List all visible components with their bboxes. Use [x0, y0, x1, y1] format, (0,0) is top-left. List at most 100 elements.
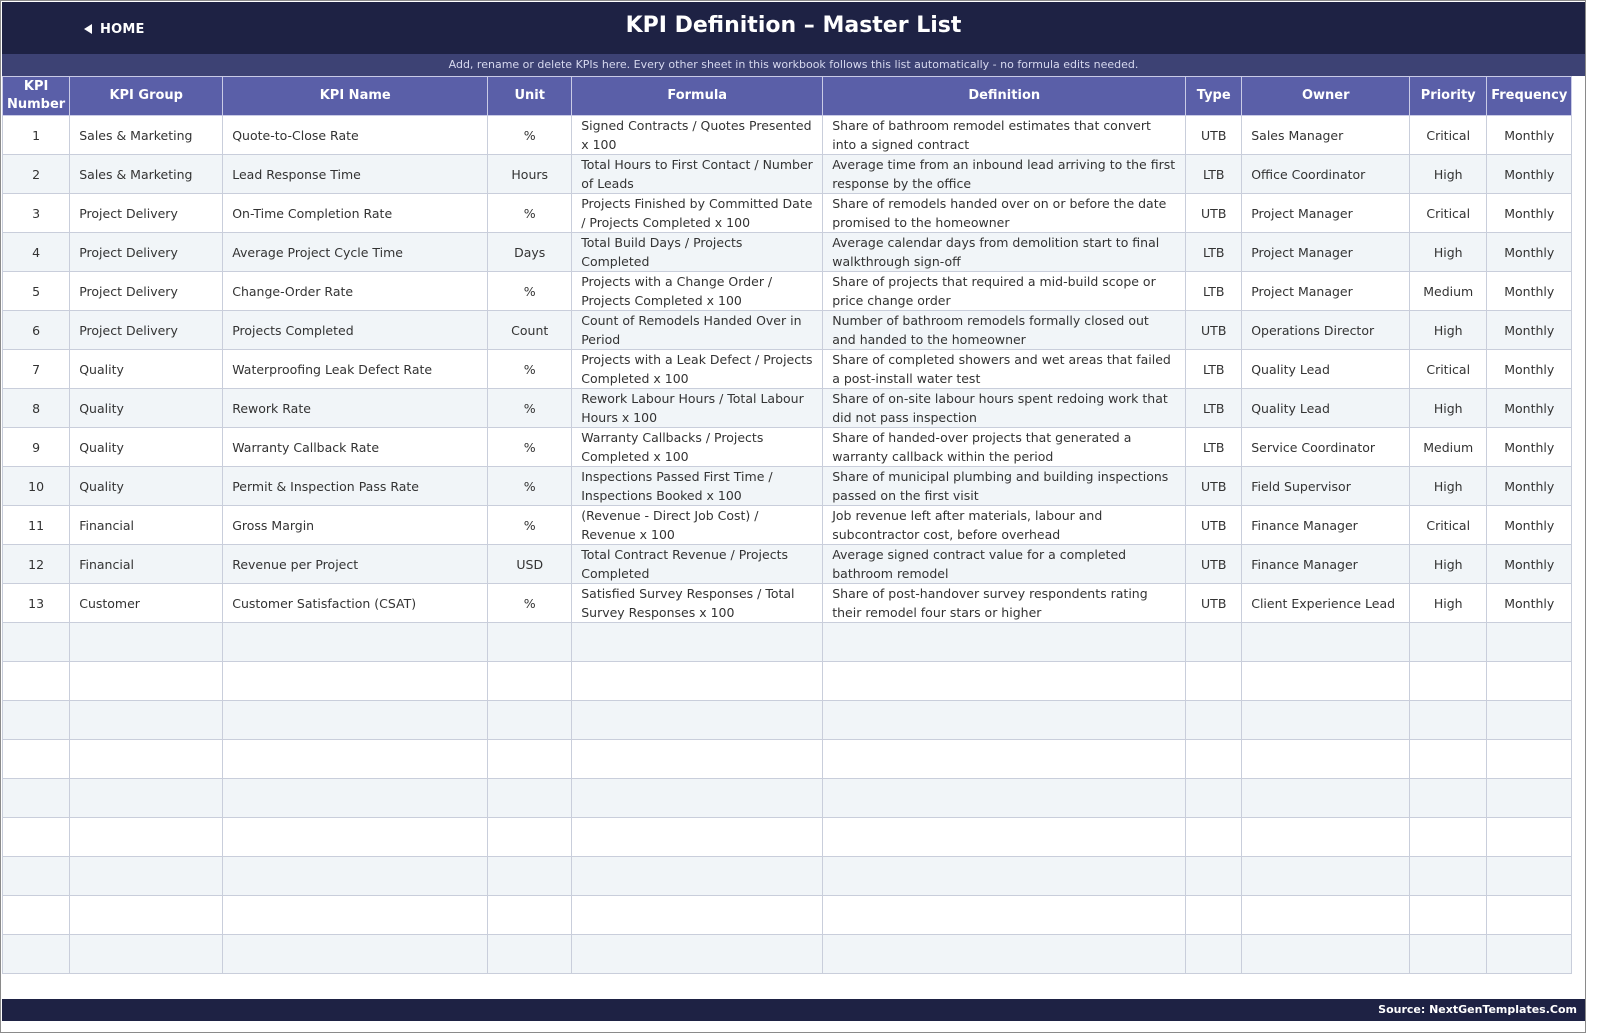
- type-cell[interactable]: UTB: [1185, 544, 1243, 584]
- type-cell[interactable]: UTB: [1185, 466, 1243, 506]
- priority-cell[interactable]: High: [1409, 583, 1488, 623]
- kpi-name-cell[interactable]: [222, 934, 489, 974]
- kpi-number-cell[interactable]: [1, 856, 71, 896]
- column-header-priority[interactable]: Priority: [1409, 76, 1488, 116]
- type-cell[interactable]: LTB: [1185, 349, 1243, 389]
- type-cell[interactable]: [1185, 622, 1243, 662]
- frequency-cell[interactable]: Monthly: [1486, 388, 1573, 428]
- formula-cell[interactable]: Projects with a Leak Defect / Projects C…: [571, 349, 824, 389]
- formula-cell[interactable]: Projects Finished by Committed Date / Pr…: [571, 193, 824, 233]
- kpi-name-cell[interactable]: Rework Rate: [222, 388, 489, 428]
- definition-cell[interactable]: Share of projects that required a mid-bu…: [822, 271, 1187, 311]
- kpi-number-cell[interactable]: 11: [1, 505, 71, 545]
- owner-cell[interactable]: Finance Manager: [1241, 544, 1411, 584]
- owner-cell[interactable]: Project Manager: [1241, 193, 1411, 233]
- formula-cell[interactable]: Total Hours to First Contact / Number of…: [571, 154, 824, 194]
- owner-cell[interactable]: Quality Lead: [1241, 349, 1411, 389]
- unit-cell[interactable]: %: [487, 466, 573, 506]
- kpi-number-cell[interactable]: [1, 895, 71, 935]
- definition-cell[interactable]: [822, 895, 1187, 935]
- frequency-cell[interactable]: [1486, 895, 1573, 935]
- kpi-number-cell[interactable]: [1, 622, 71, 662]
- definition-cell[interactable]: Share of completed showers and wet areas…: [822, 349, 1187, 389]
- frequency-cell[interactable]: Monthly: [1486, 271, 1573, 311]
- type-cell[interactable]: UTB: [1185, 583, 1243, 623]
- unit-cell[interactable]: USD: [487, 544, 573, 584]
- kpi-group-cell[interactable]: [69, 934, 224, 974]
- kpi-number-cell[interactable]: 8: [1, 388, 71, 428]
- priority-cell[interactable]: [1409, 895, 1488, 935]
- kpi-name-cell[interactable]: Projects Completed: [222, 310, 489, 350]
- definition-cell[interactable]: Share of handed-over projects that gener…: [822, 427, 1187, 467]
- definition-cell[interactable]: [822, 856, 1187, 896]
- kpi-number-cell[interactable]: 3: [1, 193, 71, 233]
- kpi-number-cell[interactable]: [1, 817, 71, 857]
- kpi-number-cell[interactable]: 13: [1, 583, 71, 623]
- type-cell[interactable]: LTB: [1185, 388, 1243, 428]
- frequency-cell[interactable]: [1486, 934, 1573, 974]
- formula-cell[interactable]: Signed Contracts / Quotes Presented x 10…: [571, 115, 824, 155]
- definition-cell[interactable]: Share of on-site labour hours spent redo…: [822, 388, 1187, 428]
- type-cell[interactable]: UTB: [1185, 193, 1243, 233]
- column-header-kpi-name[interactable]: KPI Name: [222, 76, 489, 116]
- kpi-name-cell[interactable]: Warranty Callback Rate: [222, 427, 489, 467]
- unit-cell[interactable]: %: [487, 583, 573, 623]
- kpi-number-cell[interactable]: 9: [1, 427, 71, 467]
- owner-cell[interactable]: Sales Manager: [1241, 115, 1411, 155]
- kpi-name-cell[interactable]: Permit & Inspection Pass Rate: [222, 466, 489, 506]
- kpi-number-cell[interactable]: [1, 934, 71, 974]
- owner-cell[interactable]: [1241, 661, 1411, 701]
- kpi-group-cell[interactable]: [69, 817, 224, 857]
- formula-cell[interactable]: Inspections Passed First Time / Inspecti…: [571, 466, 824, 506]
- column-header-unit[interactable]: Unit: [487, 76, 573, 116]
- kpi-name-cell[interactable]: Waterproofing Leak Defect Rate: [222, 349, 489, 389]
- kpi-group-cell[interactable]: Project Delivery: [69, 310, 224, 350]
- definition-cell[interactable]: Share of remodels handed over on or befo…: [822, 193, 1187, 233]
- owner-cell[interactable]: Project Manager: [1241, 271, 1411, 311]
- priority-cell[interactable]: Critical: [1409, 115, 1488, 155]
- unit-cell[interactable]: [487, 661, 573, 701]
- kpi-number-cell[interactable]: [1, 661, 71, 701]
- frequency-cell[interactable]: Monthly: [1486, 427, 1573, 467]
- kpi-number-cell[interactable]: 10: [1, 466, 71, 506]
- kpi-name-cell[interactable]: On-Time Completion Rate: [222, 193, 489, 233]
- unit-cell[interactable]: %: [487, 115, 573, 155]
- unit-cell[interactable]: [487, 622, 573, 662]
- kpi-name-cell[interactable]: Average Project Cycle Time: [222, 232, 489, 272]
- frequency-cell[interactable]: [1486, 739, 1573, 779]
- type-cell[interactable]: [1185, 661, 1243, 701]
- priority-cell[interactable]: High: [1409, 154, 1488, 194]
- formula-cell[interactable]: Rework Labour Hours / Total Labour Hours…: [571, 388, 824, 428]
- unit-cell[interactable]: [487, 817, 573, 857]
- formula-cell[interactable]: [571, 856, 824, 896]
- kpi-group-cell[interactable]: [69, 700, 224, 740]
- formula-cell[interactable]: Total Build Days / Projects Completed: [571, 232, 824, 272]
- owner-cell[interactable]: [1241, 700, 1411, 740]
- frequency-cell[interactable]: Monthly: [1486, 115, 1573, 155]
- definition-cell[interactable]: Share of bathroom remodel estimates that…: [822, 115, 1187, 155]
- priority-cell[interactable]: High: [1409, 232, 1488, 272]
- frequency-cell[interactable]: Monthly: [1486, 310, 1573, 350]
- kpi-name-cell[interactable]: [222, 778, 489, 818]
- kpi-number-cell[interactable]: 5: [1, 271, 71, 311]
- owner-cell[interactable]: [1241, 817, 1411, 857]
- frequency-cell[interactable]: Monthly: [1486, 544, 1573, 584]
- owner-cell[interactable]: Quality Lead: [1241, 388, 1411, 428]
- priority-cell[interactable]: [1409, 934, 1488, 974]
- kpi-group-cell[interactable]: [69, 895, 224, 935]
- priority-cell[interactable]: Medium: [1409, 427, 1488, 467]
- type-cell[interactable]: UTB: [1185, 310, 1243, 350]
- column-header-definition[interactable]: Definition: [822, 76, 1187, 116]
- unit-cell[interactable]: Count: [487, 310, 573, 350]
- formula-cell[interactable]: [571, 622, 824, 662]
- priority-cell[interactable]: Medium: [1409, 271, 1488, 311]
- formula-cell[interactable]: [571, 934, 824, 974]
- frequency-cell[interactable]: Monthly: [1486, 349, 1573, 389]
- kpi-number-cell[interactable]: [1, 739, 71, 779]
- kpi-name-cell[interactable]: [222, 739, 489, 779]
- kpi-group-cell[interactable]: Project Delivery: [69, 271, 224, 311]
- formula-cell[interactable]: (Revenue - Direct Job Cost) / Revenue x …: [571, 505, 824, 545]
- frequency-cell[interactable]: [1486, 817, 1573, 857]
- type-cell[interactable]: LTB: [1185, 427, 1243, 467]
- column-header-kpi-number[interactable]: KPI Number: [1, 76, 71, 116]
